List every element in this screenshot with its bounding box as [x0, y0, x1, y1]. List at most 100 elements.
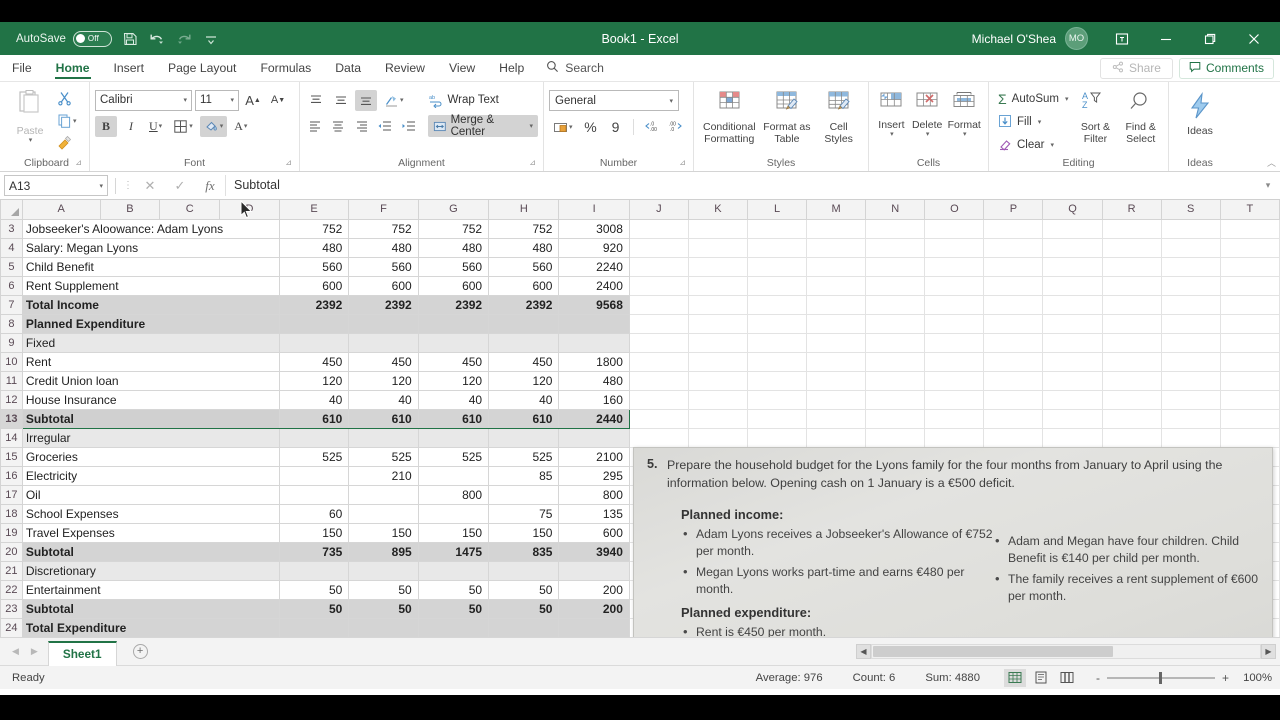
cell-P7[interactable]: [983, 294, 1044, 315]
zoom-slider[interactable]: [1106, 671, 1215, 684]
column-header-B[interactable]: B: [99, 200, 161, 220]
cell-H22[interactable]: 50: [488, 579, 560, 600]
font-name-input[interactable]: Calibri ▾: [95, 89, 192, 111]
ribbon-display-options-icon[interactable]: [1100, 22, 1144, 55]
cell-A17[interactable]: Oil: [21, 484, 280, 505]
cell-G22[interactable]: 50: [417, 579, 490, 600]
number-format-select[interactable]: General ▾: [549, 90, 679, 111]
cell-J13[interactable]: [628, 408, 689, 429]
cell-P8[interactable]: [983, 313, 1044, 334]
cell-I5[interactable]: 2240: [558, 256, 630, 277]
copy-button[interactable]: ▾: [53, 110, 81, 131]
cell-T4[interactable]: [1219, 237, 1280, 258]
cell-L12[interactable]: [747, 389, 808, 410]
cell-R9[interactable]: [1101, 332, 1162, 353]
row-header-6[interactable]: 6: [0, 275, 23, 296]
cell-Q3[interactable]: [1042, 218, 1103, 239]
font-size-input[interactable]: 11 ▾: [195, 89, 239, 111]
cell-F3[interactable]: 752: [348, 218, 419, 239]
cell-F7[interactable]: 2392: [348, 294, 419, 315]
table-row[interactable]: 10 Rent 450 450 450 450 1800: [0, 351, 1280, 372]
column-header-A[interactable]: A: [21, 200, 101, 220]
cell-I13[interactable]: 2440: [558, 408, 630, 429]
cell-I22[interactable]: 200: [558, 579, 630, 600]
cell-A24[interactable]: Total Expenditure: [21, 617, 280, 637]
column-header-Q[interactable]: Q: [1042, 200, 1103, 220]
cell-H21[interactable]: [488, 560, 560, 581]
table-row[interactable]: 4 Salary: Megan Lyons 480 480 480 480 920: [0, 237, 1280, 258]
cell-Q12[interactable]: [1042, 389, 1103, 410]
cell-O13[interactable]: [924, 408, 985, 429]
row-header-16[interactable]: 16: [0, 465, 23, 486]
cell-F23[interactable]: 50: [348, 598, 419, 619]
tab-view[interactable]: View: [437, 55, 487, 81]
cell-F4[interactable]: 480: [348, 237, 419, 258]
decrease-decimal-button[interactable]: .00.0: [665, 117, 687, 138]
cell-I18[interactable]: 135: [558, 503, 630, 524]
cell-L6[interactable]: [747, 275, 808, 296]
horizontal-scrollbar[interactable]: ◀ ▶: [856, 644, 1280, 659]
format-as-table-button[interactable]: Format as Table: [760, 88, 815, 145]
column-header-K[interactable]: K: [687, 200, 749, 220]
cell-H16[interactable]: 85: [488, 465, 560, 486]
cell-P6[interactable]: [983, 275, 1044, 296]
column-header-F[interactable]: F: [348, 200, 419, 220]
sort-filter-button[interactable]: AZ Sort & Filter: [1074, 88, 1116, 145]
cell-O5[interactable]: [924, 256, 985, 277]
autosave-toggle[interactable]: AutoSave Off: [16, 30, 112, 47]
merge-center-caret-icon[interactable]: ▾: [529, 122, 533, 130]
cell-I12[interactable]: 160: [558, 389, 630, 410]
cell-F17[interactable]: [348, 484, 419, 505]
cell-E12[interactable]: 40: [278, 389, 350, 410]
column-header-G[interactable]: G: [417, 200, 490, 220]
column-header-I[interactable]: I: [558, 200, 630, 220]
row-header-22[interactable]: 22: [0, 579, 23, 600]
ideas-button[interactable]: Ideas: [1174, 90, 1226, 137]
cell-A15[interactable]: Groceries: [21, 446, 280, 467]
cell-O8[interactable]: [924, 313, 985, 334]
cell-S3[interactable]: [1160, 218, 1221, 239]
fill-button[interactable]: Fill ▾: [994, 111, 1072, 133]
cell-G10[interactable]: 450: [417, 351, 490, 372]
cell-A18[interactable]: School Expenses: [21, 503, 280, 524]
row-header-23[interactable]: 23: [0, 598, 23, 619]
font-color-button[interactable]: A ▾: [230, 116, 251, 137]
cell-S8[interactable]: [1160, 313, 1221, 334]
cell-E16[interactable]: [278, 465, 350, 486]
cell-Q10[interactable]: [1042, 351, 1103, 372]
cell-F11[interactable]: 120: [348, 370, 419, 391]
cell-A11[interactable]: Credit Union loan: [21, 370, 280, 391]
cell-E18[interactable]: 60: [278, 503, 350, 524]
cell-I11[interactable]: 480: [558, 370, 630, 391]
cell-O3[interactable]: [924, 218, 985, 239]
cell-T6[interactable]: [1219, 275, 1280, 296]
cell-I4[interactable]: 920: [558, 237, 630, 258]
row-header-24[interactable]: 24: [0, 617, 23, 637]
cell-O12[interactable]: [924, 389, 985, 410]
cell-M14[interactable]: [806, 427, 867, 448]
cell-E9[interactable]: [278, 332, 350, 353]
row-header-14[interactable]: 14: [0, 427, 23, 448]
cell-S14[interactable]: [1160, 427, 1221, 448]
cell-I14[interactable]: [558, 427, 630, 448]
zoom-level[interactable]: 100%: [1236, 672, 1272, 684]
previous-sheet-icon[interactable]: ◀: [12, 646, 19, 657]
autosave-switch[interactable]: Off: [72, 30, 112, 47]
cell-E15[interactable]: 525: [278, 446, 350, 467]
cell-O10[interactable]: [924, 351, 985, 372]
cell-I16[interactable]: 295: [558, 465, 630, 486]
decrease-indent-button[interactable]: [375, 116, 395, 137]
cell-J12[interactable]: [628, 389, 689, 410]
cell-M6[interactable]: [806, 275, 867, 296]
cell-E21[interactable]: [278, 560, 350, 581]
italic-button[interactable]: I: [120, 116, 142, 137]
cell-O9[interactable]: [924, 332, 985, 353]
row-header-15[interactable]: 15: [0, 446, 23, 467]
align-middle-button[interactable]: [330, 90, 352, 111]
cell-G7[interactable]: 2392: [417, 294, 490, 315]
tab-insert[interactable]: Insert: [102, 55, 156, 81]
delete-cells-button[interactable]: Delete ▾: [909, 88, 946, 139]
cell-K9[interactable]: [687, 332, 749, 353]
bold-button[interactable]: B: [95, 115, 117, 137]
cell-Q4[interactable]: [1042, 237, 1103, 258]
